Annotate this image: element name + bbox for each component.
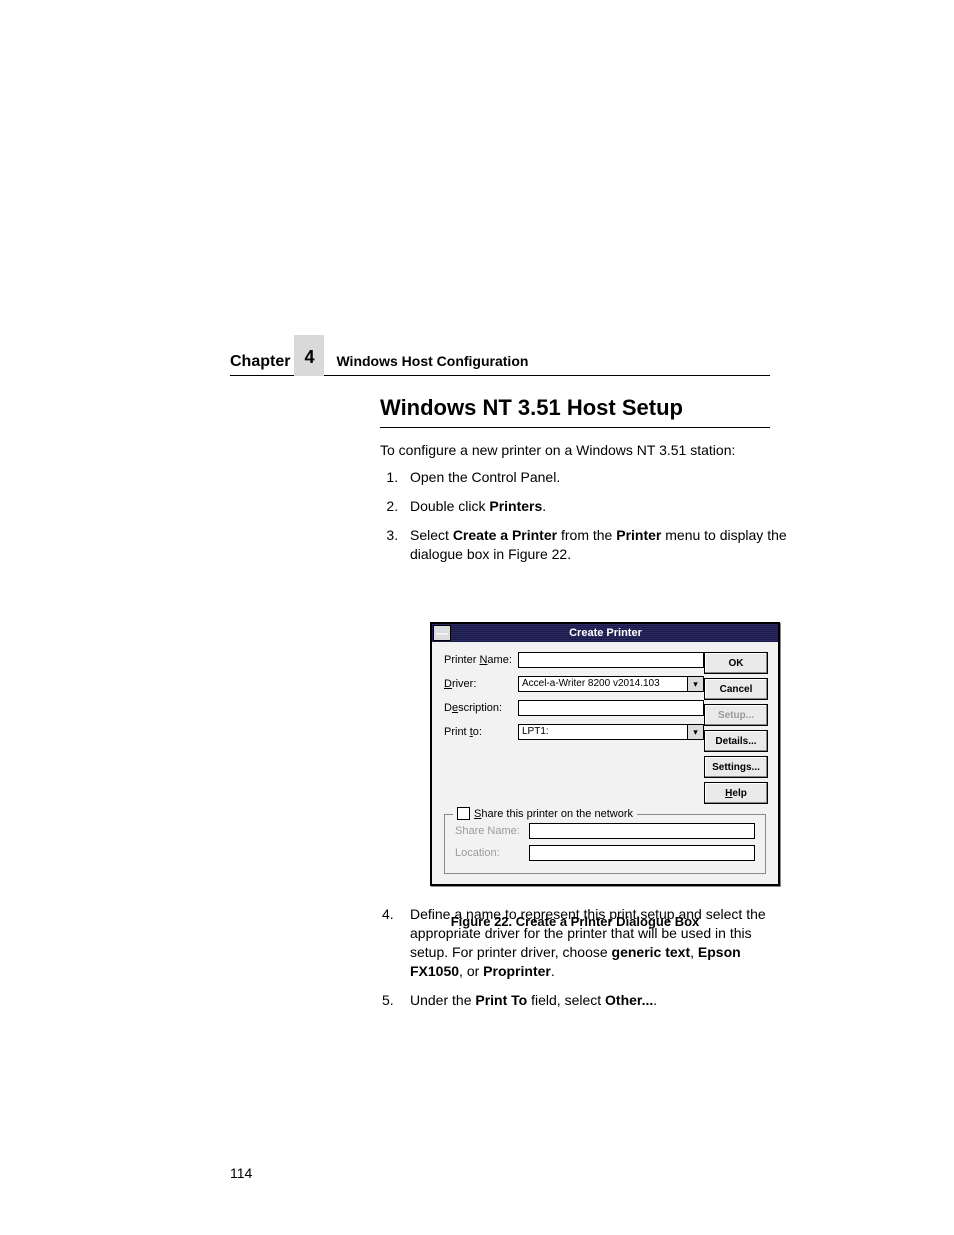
label-location: Location: [455,847,529,859]
create-printer-dialog: — Create Printer Printer Name: Driver: A… [430,622,780,886]
share-group: Share this printer on the network Share … [444,814,766,874]
chapter-label: Chapter [230,353,290,371]
system-menu-icon[interactable]: — [433,625,451,641]
setup-button[interactable]: Setup... [704,704,768,726]
input-share-name[interactable] [529,823,755,839]
input-description[interactable] [518,700,704,716]
step-5: Under the Print To field, select Other..… [402,991,792,1010]
row-description: Description: [444,700,704,716]
details-button[interactable]: Details... [704,730,768,752]
chevron-down-icon[interactable]: ▾ [688,724,704,740]
step-2: Double click Printers. [402,497,792,516]
dialog-titlebar[interactable]: — Create Printer [432,624,778,642]
cancel-button[interactable]: Cancel [704,678,768,700]
intro-text: To configure a new printer on a Windows … [380,442,770,458]
input-printer-name[interactable] [518,652,704,668]
chapter-title: Windows Host Configuration [336,353,528,371]
input-driver[interactable]: Accel-a-Writer 8200 v2014.103 [518,676,688,692]
step-4: Define a name to represent this print se… [402,905,792,981]
input-print-to[interactable]: LPT1: [518,724,688,740]
section-heading: Windows NT 3.51 Host Setup [380,395,770,428]
label-print-to: Print to: [444,726,518,738]
steps-list-1: Open the Control Panel. Double click Pri… [380,468,792,574]
label-share-name: Share Name: [455,825,529,837]
chevron-down-icon[interactable]: ▾ [688,676,704,692]
combo-driver[interactable]: Accel-a-Writer 8200 v2014.103 ▾ [518,676,704,692]
step-1: Open the Control Panel. [402,468,792,487]
chapter-header: Chapter 4 Windows Host Configuration [230,330,770,376]
row-share-name: Share Name: [455,823,755,839]
row-print-to: Print to: LPT1: ▾ [444,724,704,740]
ok-button[interactable]: OK [704,652,768,674]
steps-list-2: Define a name to represent this print se… [380,905,792,1019]
row-printer-name: Printer Name: [444,652,704,668]
page-number: 114 [230,1165,252,1181]
input-location[interactable] [529,845,755,861]
label-description: Description: [444,702,518,714]
step-3: Select Create a Printer from the Printer… [402,526,792,564]
figure-22: — Create Printer Printer Name: Driver: A… [430,622,780,929]
label-printer-name: Printer Name: [444,654,518,666]
checkbox-icon[interactable] [457,807,470,820]
dialog-title: Create Printer [457,627,778,639]
label-driver: Driver: [444,678,518,690]
settings-button[interactable]: Settings... [704,756,768,778]
share-checkbox-label[interactable]: Share this printer on the network [453,807,637,820]
help-button[interactable]: Help [704,782,768,804]
chapter-number: 4 [294,335,324,376]
row-driver: Driver: Accel-a-Writer 8200 v2014.103 ▾ [444,676,704,692]
dialog-body: Printer Name: Driver: Accel-a-Writer 820… [432,642,778,808]
dialog-form: Printer Name: Driver: Accel-a-Writer 820… [444,652,704,804]
combo-print-to[interactable]: LPT1: ▾ [518,724,704,740]
row-location: Location: [455,845,755,861]
document-page: Chapter 4 Windows Host Configuration Win… [0,0,954,1235]
dialog-buttons: OK Cancel Setup... Details... Settings..… [704,652,768,804]
